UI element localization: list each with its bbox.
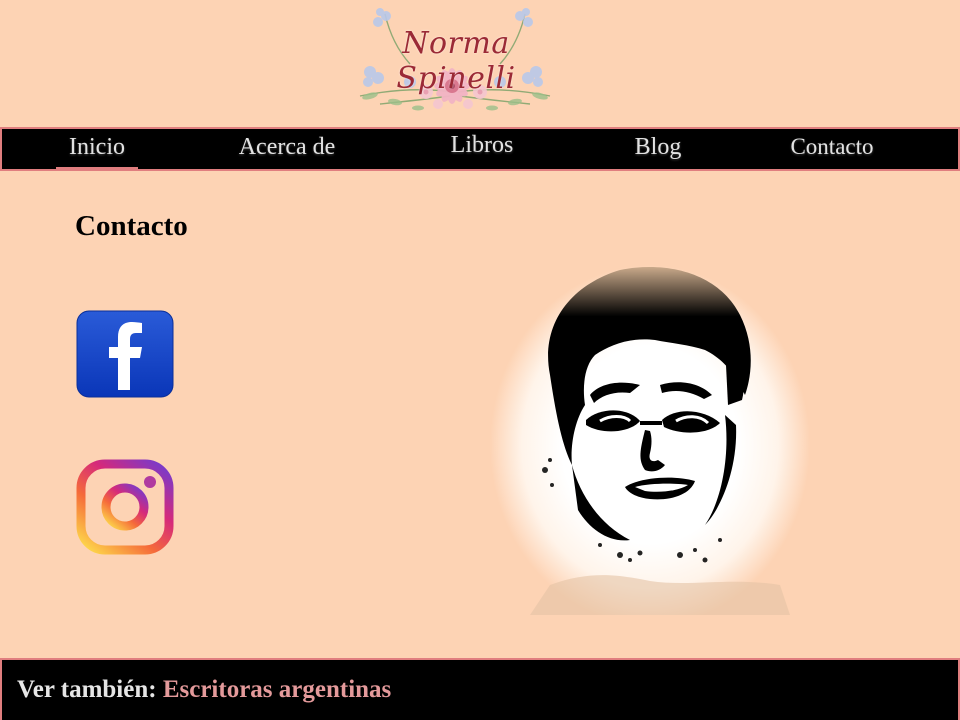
portrait-photo: [490, 265, 810, 625]
page: Norma Spinelli Inicio Acerca de Libros B…: [0, 0, 960, 720]
page-title: Contacto: [75, 210, 188, 242]
site-logo[interactable]: Norma Spinelli: [340, 4, 570, 122]
nav-item-contacto[interactable]: Contacto: [772, 129, 892, 169]
instagram-link[interactable]: [76, 459, 174, 555]
nav-item-libros[interactable]: Libros: [428, 129, 536, 169]
nav-item-blog[interactable]: Blog: [616, 129, 700, 169]
nav-item-inicio[interactable]: Inicio: [56, 129, 138, 169]
logo-text: Norma Spinelli: [396, 26, 516, 96]
escritoras-argentinas-link[interactable]: Escritoras argentinas: [163, 676, 391, 703]
main-navigation: Inicio Acerca de Libros Blog Contacto: [0, 127, 960, 171]
nav-item-acerca-de[interactable]: Acerca de: [220, 129, 354, 169]
author-portrait: [490, 255, 830, 625]
facebook-link[interactable]: [76, 310, 174, 398]
instagram-icon: [76, 459, 174, 555]
footer-text: Ver también: Escritoras argentinas: [17, 676, 391, 704]
facebook-icon: [76, 310, 174, 398]
footer-prefix: Ver también:: [17, 676, 157, 703]
footer-bar: Ver también: Escritoras argentinas: [0, 658, 960, 720]
